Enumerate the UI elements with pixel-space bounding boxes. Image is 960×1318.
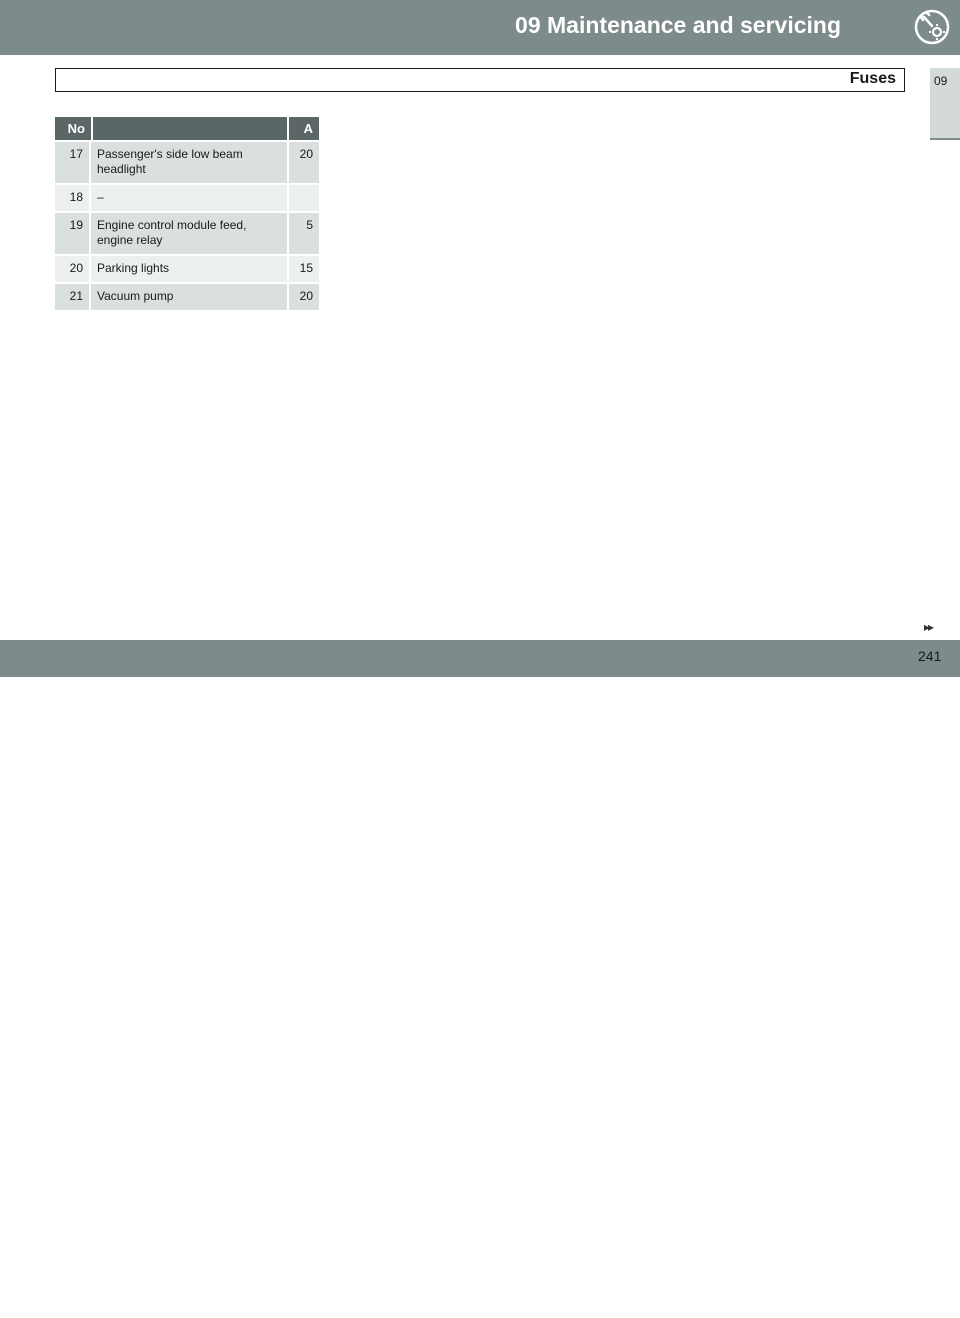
fuse-number: 18	[55, 185, 91, 211]
fuse-description: –	[91, 185, 289, 211]
footer-bar: carmanualsonline.info	[0, 640, 905, 1317]
fuse-description: Parking lights	[91, 256, 289, 282]
fuse-amps: 15	[289, 256, 319, 282]
fuse-amps: 5	[289, 213, 319, 254]
table-row: 20 Parking lights 15	[55, 256, 319, 282]
next-page-arrows-icon[interactable]: ▸▸	[924, 620, 934, 634]
table-header-row: No A	[55, 117, 319, 140]
chapter-tab[interactable]: 09	[930, 68, 960, 140]
fuse-number: 17	[55, 142, 91, 183]
fuse-amps: 20	[289, 284, 319, 310]
section-bar: Fuses	[55, 68, 905, 92]
page-number: 241	[918, 648, 942, 664]
section-title: Fuses	[849, 70, 896, 87]
column-header-no: No	[55, 117, 91, 140]
fuse-table: No A 17 Passenger's side low beam headli…	[55, 115, 319, 312]
fuse-description: Engine control module feed, engine relay	[91, 213, 289, 254]
fuse-number: 19	[55, 213, 91, 254]
fuse-description: Vacuum pump	[91, 284, 289, 310]
table-row: 21 Vacuum pump 20	[55, 284, 319, 310]
column-header-amps: A	[289, 117, 319, 140]
table-row: 18 –	[55, 185, 319, 211]
fuse-amps	[289, 185, 319, 211]
fuse-number: 21	[55, 284, 91, 310]
chapter-icon-box	[905, 0, 960, 55]
fuse-amps: 20	[289, 142, 319, 183]
table-row: 17 Passenger's side low beam headlight 2…	[55, 142, 319, 183]
watermark: carmanualsonline.info	[560, 1286, 858, 1317]
column-header-description	[91, 117, 289, 140]
wrench-gear-icon	[914, 9, 950, 45]
chapter-title: 09 Maintenance and servicing	[515, 12, 841, 38]
fuse-description: Passenger's side low beam headlight	[91, 142, 289, 183]
fuse-number: 20	[55, 256, 91, 282]
header-bar: 09 Maintenance and servicing	[0, 0, 905, 55]
table-row: 19 Engine control module feed, engine re…	[55, 213, 319, 254]
chapter-tab-label: 09	[934, 74, 948, 88]
